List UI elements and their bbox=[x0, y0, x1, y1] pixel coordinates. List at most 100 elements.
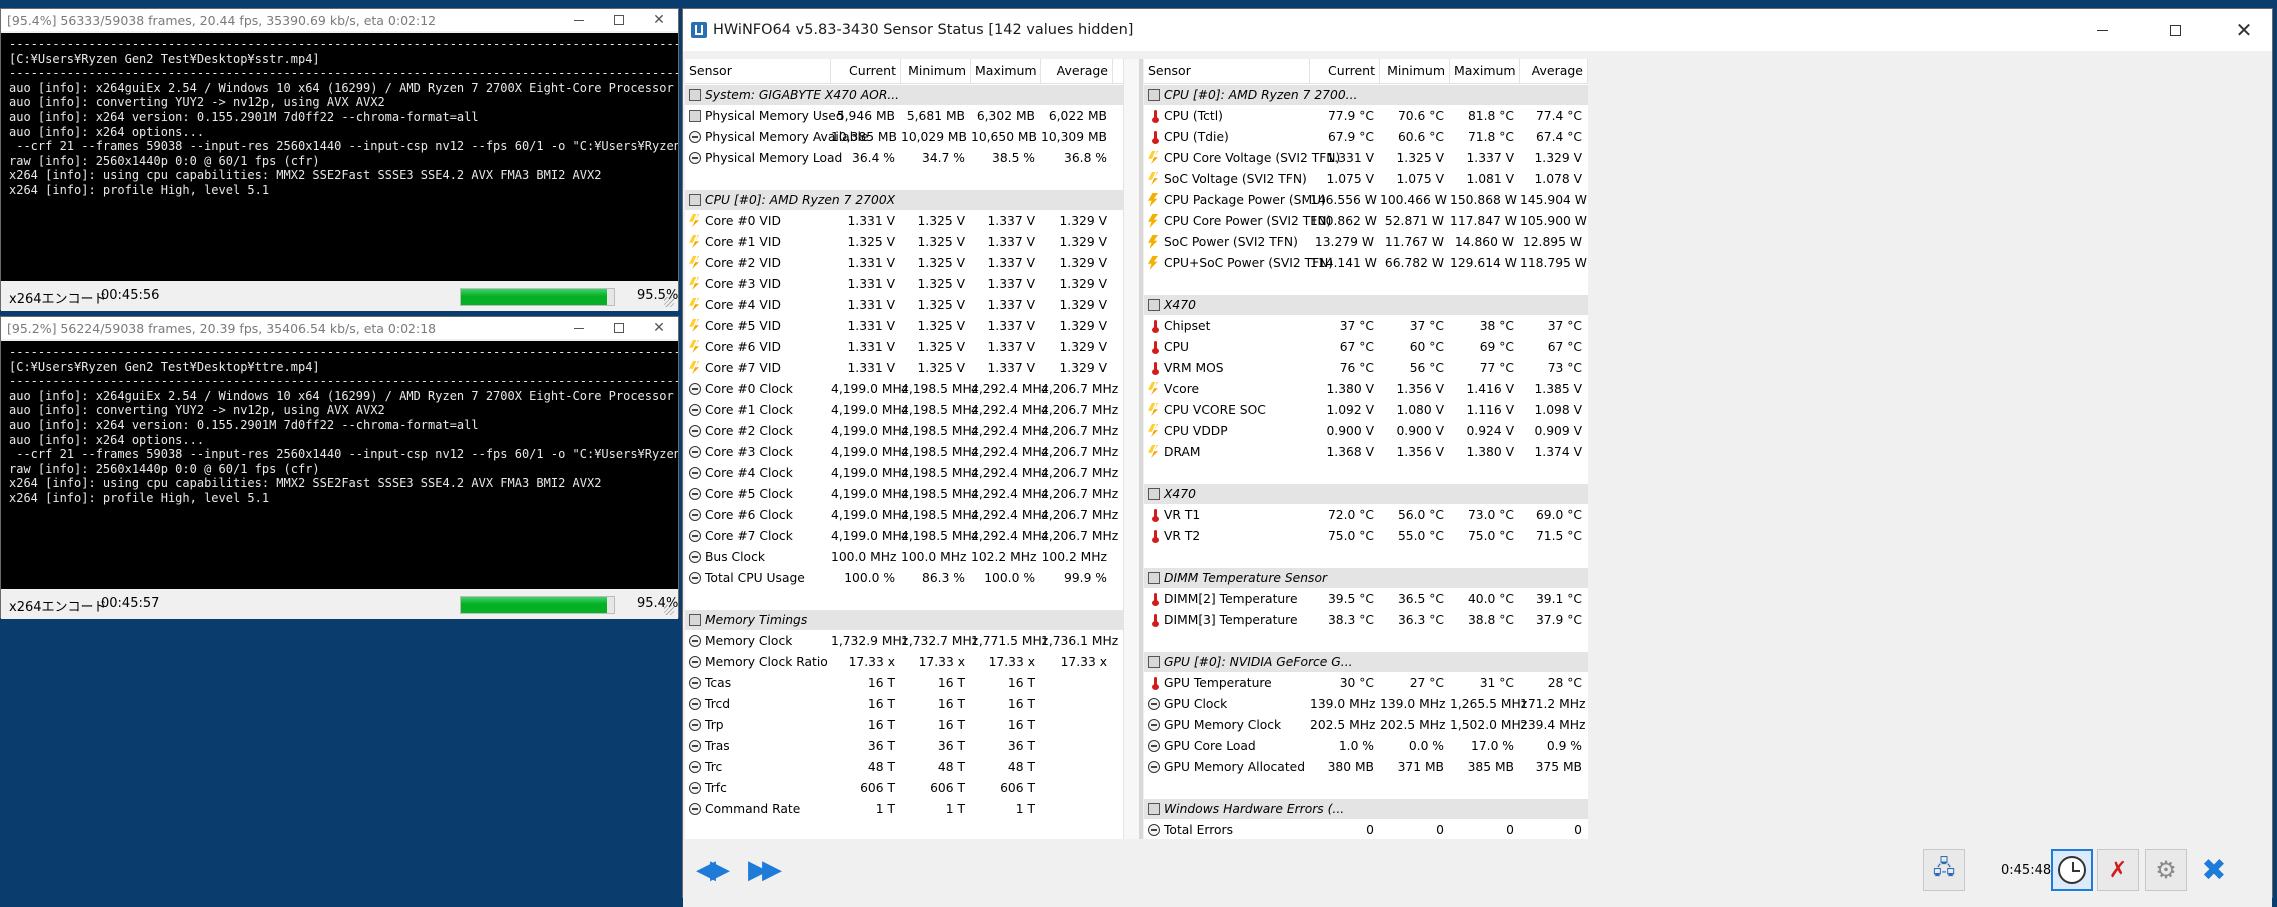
sensor-row[interactable]: Physical Memory Used 5,946 MB 5,681 MB 6,30… bbox=[685, 106, 1125, 127]
resize-grip[interactable] bbox=[664, 297, 674, 307]
sensor-row[interactable]: Core #4 VID 1.331 V 1.325 V 1.337 V 1.329 V bbox=[685, 295, 1125, 316]
sensor-row[interactable]: Tcas 16 T 16 T 16 T bbox=[685, 673, 1125, 694]
nav-left-button[interactable]: ◀▶ bbox=[687, 849, 733, 891]
sensor-row[interactable]: GPU Core Load 1.0 % 0.0 % 17.0 % 0.9 % bbox=[1144, 736, 1588, 757]
maximize-button[interactable] bbox=[601, 9, 637, 31]
resize-grip[interactable] bbox=[664, 605, 674, 615]
sensor-row[interactable]: Core #0 Clock 4,199.0 MHz 4,198.5 MHz 4,292… bbox=[685, 379, 1125, 400]
minimize-button[interactable] bbox=[2078, 9, 2126, 51]
sensor-row[interactable]: CPU Package Power (SMU) 146.556 W 100.466 … bbox=[1144, 190, 1588, 211]
column-header-maximum[interactable]: Maximum bbox=[971, 59, 1041, 83]
sensor-row[interactable]: DRAM 1.368 V 1.356 V 1.380 V 1.374 V bbox=[1144, 442, 1588, 463]
sensor-group-header[interactable]: System: GIGABYTE X470 AOR... bbox=[685, 85, 1125, 105]
sensor-group-header[interactable]: Memory Timings bbox=[685, 610, 1125, 630]
exit-button[interactable]: ✖ bbox=[2193, 849, 2235, 891]
sensor-row[interactable]: Vcore 1.380 V 1.356 V 1.416 V 1.385 V bbox=[1144, 379, 1588, 400]
sensor-row[interactable]: Trfc 606 T 606 T 606 T bbox=[685, 778, 1125, 799]
sensor-pane-right[interactable]: Sensor Current Minimum Maximum Average CPU [#… bbox=[1144, 59, 1588, 839]
sensor-row[interactable]: Core #2 Clock 4,199.0 MHz 4,198.5 MHz 4,292… bbox=[685, 421, 1125, 442]
sensor-row[interactable]: Memory Clock Ratio 17.33 x 17.33 x 17.33 x 1… bbox=[685, 652, 1125, 673]
sensor-row[interactable]: Core #5 Clock 4,199.0 MHz 4,198.5 MHz 4,292… bbox=[685, 484, 1125, 505]
sensor-row[interactable]: VR T2 75.0 °C 55.0 °C 75.0 °C 71.5 °C bbox=[1144, 526, 1588, 547]
sensor-row[interactable]: Trp 16 T 16 T 16 T bbox=[685, 715, 1125, 736]
sensor-row[interactable]: CPU (Tdie) 67.9 °C 60.6 °C 71.8 °C 67.4 °C bbox=[1144, 127, 1588, 148]
column-header-minimum[interactable]: Minimum bbox=[901, 59, 971, 83]
sensor-row[interactable]: Core #1 Clock 4,199.0 MHz 4,198.5 MHz 4,292… bbox=[685, 400, 1125, 421]
sensor-row[interactable]: CPU+SoC Power (SVI2 TFN) 114.141 W 66.782 … bbox=[1144, 253, 1588, 274]
pane-scrollbar-left[interactable] bbox=[1123, 59, 1140, 839]
sensor-group-header[interactable]: GPU [#0]: NVIDIA GeForce G... bbox=[1144, 652, 1588, 672]
sensor-row[interactable]: CPU VDDP 0.900 V 0.900 V 0.924 V 0.909 V bbox=[1144, 421, 1588, 442]
sensor-row[interactable]: GPU Memory Clock 202.5 MHz 202.5 MHz 1,502.… bbox=[1144, 715, 1588, 736]
column-header-sensor[interactable]: Sensor bbox=[685, 59, 831, 83]
sensor-row[interactable]: Core #7 VID 1.331 V 1.325 V 1.337 V 1.329 V bbox=[685, 358, 1125, 379]
sensor-group-header[interactable]: X470 bbox=[1144, 484, 1588, 504]
sensor-row[interactable]: VRM MOS 76 °C 56 °C 77 °C 73 °C bbox=[1144, 358, 1588, 379]
column-header-sensor[interactable]: Sensor bbox=[1144, 59, 1310, 83]
close-button[interactable]: ✕ bbox=[2216, 9, 2272, 51]
settings-button[interactable]: ⚙ bbox=[2145, 849, 2187, 891]
minimize-button[interactable] bbox=[561, 317, 597, 339]
sensor-row[interactable]: Chipset 37 °C 37 °C 38 °C 37 °C bbox=[1144, 316, 1588, 337]
sensor-row[interactable]: Core #5 VID 1.331 V 1.325 V 1.337 V 1.329 V bbox=[685, 316, 1125, 337]
sensor-avg-value: 1.329 V bbox=[1059, 298, 1107, 312]
sensor-row[interactable]: Core #3 Clock 4,199.0 MHz 4,198.5 MHz 4,292… bbox=[685, 442, 1125, 463]
column-header-average[interactable]: Average bbox=[1041, 59, 1113, 83]
column-header-maximum[interactable]: Maximum bbox=[1450, 59, 1520, 83]
network-button[interactable]: 🖧 bbox=[1923, 849, 1965, 891]
clock-button[interactable] bbox=[2051, 849, 2093, 891]
sensor-row[interactable]: Tras 36 T 36 T 36 T bbox=[685, 736, 1125, 757]
sensor-group-header[interactable]: DIMM Temperature Sensor bbox=[1144, 568, 1588, 588]
sensor-row[interactable]: Total Errors 0 0 0 0 bbox=[1144, 820, 1588, 839]
sensor-row[interactable]: CPU Core Power (SVI2 TFN) 100.862 W 52.871… bbox=[1144, 211, 1588, 232]
sensor-row[interactable]: CPU VCORE SOC 1.092 V 1.080 V 1.116 V 1.098 … bbox=[1144, 400, 1588, 421]
terminal-output[interactable]: ----------------------------------------… bbox=[1, 33, 678, 281]
sensor-row[interactable]: Trcd 16 T 16 T 16 T bbox=[685, 694, 1125, 715]
close-button[interactable]: ✕ bbox=[641, 317, 677, 339]
sensor-row[interactable]: Core #2 VID 1.331 V 1.325 V 1.337 V 1.329 V bbox=[685, 253, 1125, 274]
sensor-pane-left[interactable]: Sensor Current Minimum Maximum Average System… bbox=[685, 59, 1125, 839]
terminal-output[interactable]: ----------------------------------------… bbox=[1, 341, 678, 589]
sensor-row[interactable]: GPU Memory Allocated 380 MB 371 MB 385 MB 37… bbox=[1144, 757, 1588, 778]
sensor-row[interactable]: Core #4 Clock 4,199.0 MHz 4,198.5 MHz 4,292… bbox=[685, 463, 1125, 484]
sensor-row[interactable]: Memory Clock 1,732.9 MHz 1,732.7 MHz 1,771.… bbox=[685, 631, 1125, 652]
sensor-row[interactable]: CPU 67 °C 60 °C 69 °C 67 °C bbox=[1144, 337, 1588, 358]
sensor-row[interactable]: VR T1 72.0 °C 56.0 °C 73.0 °C 69.0 °C bbox=[1144, 505, 1588, 526]
hwinfo-titlebar[interactable]: HWiNFO64 v5.83-3430 Sensor Status [142 v… bbox=[683, 9, 2272, 51]
sensor-row[interactable]: GPU Clock 139.0 MHz 139.0 MHz 1,265.5 MHz 17… bbox=[1144, 694, 1588, 715]
column-header-average[interactable]: Average bbox=[1520, 59, 1588, 83]
sensor-row[interactable]: Core #6 VID 1.331 V 1.325 V 1.337 V 1.329 V bbox=[685, 337, 1125, 358]
sensor-row[interactable]: Total CPU Usage 100.0 % 86.3 % 100.0 % 99.9 … bbox=[685, 568, 1125, 589]
sensor-row[interactable]: Core #0 VID 1.331 V 1.325 V 1.337 V 1.329 V bbox=[685, 211, 1125, 232]
sensor-group-header[interactable]: CPU [#0]: AMD Ryzen 7 2700... bbox=[1144, 85, 1588, 105]
column-header-current[interactable]: Current bbox=[831, 59, 901, 83]
sensor-group-header[interactable]: Windows Hardware Errors (... bbox=[1144, 799, 1588, 819]
sensor-row[interactable]: Physical Memory Load 36.4 % 34.7 % 38.5 % 36… bbox=[685, 148, 1125, 169]
minimize-button[interactable] bbox=[561, 9, 597, 31]
sensor-row[interactable]: Core #1 VID 1.325 V 1.325 V 1.337 V 1.329 V bbox=[685, 232, 1125, 253]
nav-right-button[interactable]: ▶▶ bbox=[739, 849, 785, 891]
sensor-group-header[interactable]: CPU [#0]: AMD Ryzen 7 2700X bbox=[685, 190, 1125, 210]
sensor-row[interactable]: DIMM[3] Temperature 38.3 °C 36.3 °C 38.8 °C… bbox=[1144, 610, 1588, 631]
reset-log-button[interactable]: ✗ bbox=[2097, 849, 2139, 891]
maximize-button[interactable] bbox=[2151, 9, 2199, 51]
pane-splitter[interactable] bbox=[1139, 59, 1143, 839]
column-header-minimum[interactable]: Minimum bbox=[1380, 59, 1450, 83]
sensor-row[interactable]: GPU Temperature 30 °C 27 °C 31 °C 28 °C bbox=[1144, 673, 1588, 694]
sensor-row[interactable]: Core #6 Clock 4,199.0 MHz 4,198.5 MHz 4,292… bbox=[685, 505, 1125, 526]
sensor-row[interactable]: DIMM[2] Temperature 39.5 °C 36.5 °C 40.0 °C… bbox=[1144, 589, 1588, 610]
sensor-row[interactable]: CPU Core Voltage (SVI2 TFN) 1.331 V 1.325 … bbox=[1144, 148, 1588, 169]
close-button[interactable]: ✕ bbox=[641, 9, 677, 31]
maximize-button[interactable] bbox=[601, 317, 637, 339]
sensor-group-header[interactable]: X470 bbox=[1144, 295, 1588, 315]
sensor-row[interactable]: Command Rate 1 T 1 T 1 T bbox=[685, 799, 1125, 820]
sensor-row[interactable]: Physical Memory Available 10,385 MB 10,029… bbox=[685, 127, 1125, 148]
sensor-row[interactable]: SoC Voltage (SVI2 TFN) 1.075 V 1.075 V 1.08… bbox=[1144, 169, 1588, 190]
sensor-row[interactable]: Trc 48 T 48 T 48 T bbox=[685, 757, 1125, 778]
sensor-row[interactable]: SoC Power (SVI2 TFN) 13.279 W 11.767 W 14.8… bbox=[1144, 232, 1588, 253]
sensor-row[interactable]: CPU (Tctl) 77.9 °C 70.6 °C 81.8 °C 77.4 °C bbox=[1144, 106, 1588, 127]
sensor-row[interactable]: Bus Clock 100.0 MHz 100.0 MHz 102.2 MHz 100.… bbox=[685, 547, 1125, 568]
column-header-current[interactable]: Current bbox=[1310, 59, 1380, 83]
sensor-row[interactable]: Core #7 Clock 4,199.0 MHz 4,198.5 MHz 4,292… bbox=[685, 526, 1125, 547]
sensor-row[interactable]: Core #3 VID 1.331 V 1.325 V 1.337 V 1.329 V bbox=[685, 274, 1125, 295]
